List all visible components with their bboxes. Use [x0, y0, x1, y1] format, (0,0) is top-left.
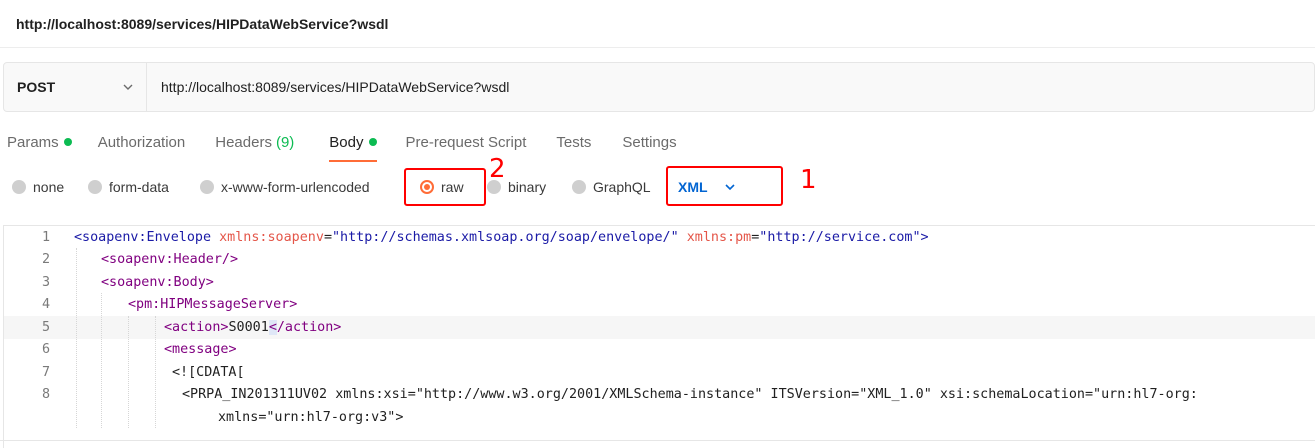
code-content: <pm:HIPMessageServer>	[128, 297, 297, 312]
body-type-graphql[interactable]: GraphQL	[572, 171, 651, 203]
xml-tag: <soapenv:Body>	[101, 275, 214, 290]
xml-value: "http://schemas.xmlsoap.org/soap/envelop…	[332, 230, 679, 245]
xml-attr: xmlns	[218, 410, 259, 425]
code-line: 4 <pm:HIPMessageServer>	[4, 293, 1315, 316]
url-input[interactable]: http://localhost:8089/services/HIPDataWe…	[147, 63, 1314, 111]
tab-tests[interactable]: Tests	[556, 124, 591, 160]
radio-label: x-www-form-urlencoded	[221, 179, 370, 195]
indent-guide	[155, 316, 156, 428]
xml-tag: <PRPA_IN201311UV02	[182, 387, 328, 402]
xml-value: "urn:hl7-org:v3"	[266, 410, 396, 425]
code-line: 1 <soapenv:Envelope xmlns:soapenv="http:…	[4, 226, 1315, 249]
line-number: 3	[41, 275, 50, 290]
divider	[0, 440, 1315, 441]
tab-label: Pre-request Script	[405, 133, 527, 151]
code-line: 3 <soapenv:Body>	[4, 271, 1315, 294]
line-number: 6	[41, 342, 50, 357]
tab-authorization[interactable]: Authorization	[98, 124, 186, 160]
code-line-active: 5 <action>S0001</action>	[4, 316, 1315, 339]
line-number: 5	[41, 320, 50, 335]
line-number: 7	[41, 365, 50, 380]
tab-label: Settings	[622, 133, 677, 151]
radio-label: none	[33, 179, 65, 195]
xml-tag: <action>	[164, 320, 229, 335]
code-content: <soapenv:Body>	[101, 275, 214, 290]
tab-pre-request-script[interactable]: Pre-request Script	[406, 124, 527, 160]
tab-settings[interactable]: Settings	[622, 124, 676, 160]
request-bar: POST http://localhost:8089/services/HIPD…	[3, 62, 1315, 112]
headers-count: (9)	[275, 133, 295, 151]
tab-params[interactable]: Params	[7, 124, 72, 160]
xml-tag: <message>	[164, 342, 237, 357]
radio-label: GraphQL	[593, 179, 651, 195]
page-title: http://localhost:8089/services/HIPDataWe…	[0, 0, 1315, 48]
tab-label: Tests	[556, 133, 592, 151]
code-content: xmlns="urn:hl7-org:v3">	[218, 410, 404, 425]
method-label: POST	[17, 79, 56, 95]
line-number: 2	[41, 252, 50, 267]
status-dot-icon	[63, 138, 72, 146]
xml-tag: <soapenv:Header/>	[101, 252, 239, 267]
annotation-number-2: 2	[489, 154, 506, 184]
xml-tag: /action>	[276, 320, 342, 335]
xml-value: "http://www.w3.org/2001/XMLSchema-instan…	[415, 387, 763, 402]
chevron-down-icon	[123, 84, 133, 90]
body-type-options: none form-data x-www-form-urlencoded raw…	[0, 171, 1315, 203]
indent-guide	[101, 293, 102, 428]
annotation-box-raw	[404, 168, 486, 206]
tab-headers[interactable]: Headers (9)	[215, 124, 294, 160]
radio-label: form-data	[109, 179, 169, 195]
annotation-number-1: 1	[800, 165, 817, 195]
xml-attr: ITSVersion	[770, 387, 852, 402]
body-type-form-data[interactable]: form-data	[88, 171, 169, 203]
xml-value: "http://service.com"	[759, 230, 921, 245]
xml-value: "urn:hl7-org:	[1093, 387, 1198, 402]
body-type-urlencoded[interactable]: x-www-form-urlencoded	[200, 171, 370, 203]
xml-tag-end: >	[920, 230, 929, 245]
xml-attr: xmlns:soapenv	[219, 230, 324, 245]
line-number: 4	[41, 297, 50, 312]
xml-text: S0001	[228, 320, 269, 335]
code-content: <![CDATA[	[172, 365, 245, 380]
code-content: <message>	[164, 342, 237, 357]
code-content: <action>S0001</action>	[164, 320, 341, 335]
code-content: <soapenv:Envelope xmlns:soapenv="http://…	[74, 230, 929, 245]
xml-value: "XML_1.0"	[859, 387, 932, 402]
code-line: 7 <![CDATA[	[4, 361, 1315, 384]
method-select[interactable]: POST	[4, 63, 147, 111]
code-line-wrapped: xmlns="urn:hl7-org:v3">	[4, 406, 1315, 429]
radio-label: binary	[508, 179, 547, 195]
body-type-none[interactable]: none	[12, 171, 64, 203]
radio-icon	[572, 180, 586, 194]
tab-label: Params	[7, 133, 59, 151]
code-line: 6 <message>	[4, 338, 1315, 361]
bracket-highlight: <	[268, 320, 277, 335]
xml-tag-end: >	[395, 410, 404, 425]
code-content: <PRPA_IN201311UV02 xmlns:xsi="http://www…	[182, 387, 1198, 402]
code-line: 2 <soapenv:Header/>	[4, 248, 1315, 271]
tab-label: Headers	[215, 133, 272, 151]
tab-body[interactable]: Body	[329, 124, 377, 162]
indent-guide	[76, 248, 77, 428]
line-number: 8	[41, 387, 50, 402]
code-content: <soapenv:Header/>	[101, 252, 238, 267]
annotation-box-language	[666, 166, 783, 206]
radio-icon	[88, 180, 102, 194]
xml-tag: <pm:HIPMessageServer>	[128, 297, 298, 312]
request-tabs: Params Authorization Headers (9) Body Pre…	[0, 124, 677, 162]
xml-tag: <soapenv:Envelope	[74, 230, 212, 245]
code-line: 8 <PRPA_IN201311UV02 xmlns:xsi="http://w…	[4, 383, 1315, 406]
tab-label: Authorization	[97, 133, 186, 151]
indent-guide	[128, 316, 129, 428]
xml-attr: xmlns:pm	[686, 230, 752, 245]
tab-label: Body	[329, 133, 364, 151]
radio-icon	[12, 180, 26, 194]
code-editor[interactable]: 1 <soapenv:Envelope xmlns:soapenv="http:…	[3, 225, 1315, 448]
line-number: 1	[41, 230, 50, 245]
status-dot-icon	[368, 138, 377, 146]
xml-cdata: <![CDATA[	[172, 365, 245, 380]
xml-attr: xmlns:xsi	[335, 387, 408, 402]
xml-attr: xsi:schemaLocation	[939, 387, 1085, 402]
radio-icon	[200, 180, 214, 194]
